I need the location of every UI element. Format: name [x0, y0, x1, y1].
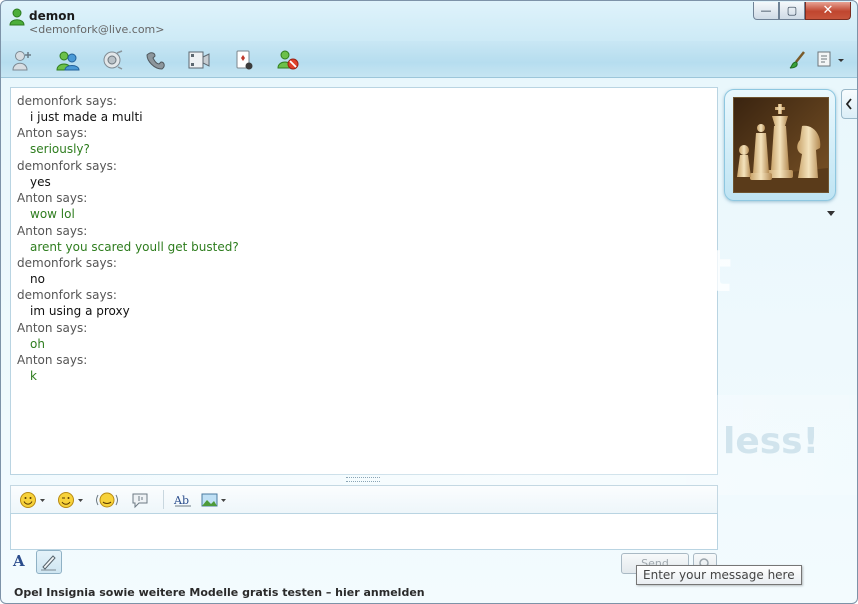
message-sender: Anton says: [17, 191, 88, 206]
share-contacts-icon[interactable] [56, 49, 80, 71]
font-button[interactable]: A [13, 552, 33, 570]
message-text: i just made a multi [30, 110, 143, 124]
watermark-bottom: less! [723, 421, 820, 462]
message-list: demonfork says: i just made a multi Anton … [11, 88, 717, 385]
svg-text:Ab: Ab [173, 494, 189, 507]
formatting-toolbar: Ab [10, 485, 718, 513]
toolbar [1, 41, 857, 78]
input-tooltip: Enter your message here [636, 565, 802, 585]
menu-icon[interactable] [816, 50, 846, 73]
resize-grip[interactable] [346, 477, 380, 482]
contact-name: demon [29, 9, 76, 23]
message-text: k [30, 369, 37, 384]
minimize-button[interactable]: — [753, 2, 779, 20]
message-sender: Anton says: [17, 126, 88, 141]
maximize-button[interactable]: ▢ [779, 2, 805, 20]
call-icon[interactable] [144, 49, 168, 71]
nudge-icon[interactable] [95, 491, 119, 509]
message-sender: demonfork says: [17, 158, 117, 173]
contact-avatar[interactable] [724, 89, 836, 201]
video-icon[interactable] [187, 49, 211, 71]
message-text: im using a proxy [30, 304, 130, 319]
title-bar: demon <demonfork@live.com> — ▢ ✕ [1, 1, 857, 41]
message-text: seriously? [30, 142, 90, 157]
message-sender: Anton says: [17, 223, 88, 238]
message-sender: demonfork says: [17, 288, 117, 303]
message-sender: demonfork says: [17, 94, 117, 108]
ad-link[interactable]: Opel Insignia sowie weitere Modelle grat… [14, 586, 425, 599]
watermark-top: t [704, 237, 732, 305]
chevron-left-icon [845, 98, 852, 110]
window-controls: — ▢ ✕ [753, 2, 851, 20]
contact-email: <demonfork@live.com> [29, 23, 165, 36]
message-sender: Anton says: [17, 320, 88, 335]
message-sender: Anton says: [17, 353, 88, 368]
conversation-history[interactable]: demonfork says: i just made a multi Anton … [10, 87, 718, 475]
message-input[interactable] [10, 513, 718, 550]
collapse-panel-button[interactable] [841, 89, 857, 119]
message-text: no [30, 271, 45, 286]
message-text: wow lol [30, 207, 75, 222]
chat-window: demon <demonfork@live.com> — ▢ ✕ demonfo… [0, 0, 858, 604]
avatar-chess-picture [733, 97, 829, 193]
close-button[interactable]: ✕ [805, 2, 851, 20]
message-text: oh [30, 336, 45, 351]
message-text: yes [30, 174, 51, 189]
background-icon[interactable] [201, 491, 229, 509]
emoticon-icon[interactable] [19, 491, 47, 509]
avatar-dropdown-icon[interactable] [827, 211, 835, 216]
handwriting-button[interactable] [36, 550, 62, 574]
paintbrush-icon[interactable] [788, 50, 808, 73]
block-contact-icon[interactable] [276, 49, 300, 71]
wink-icon[interactable] [57, 491, 85, 509]
webcam-icon[interactable] [100, 49, 124, 71]
pen-icon [41, 555, 56, 571]
font-style-icon[interactable]: Ab [173, 491, 193, 509]
message-text: arent you scared youll get busted? [30, 239, 239, 254]
message-sender: demonfork says: [17, 255, 117, 270]
voice-clip-icon[interactable] [131, 491, 151, 509]
invite-contact-icon[interactable] [11, 49, 35, 71]
games-icon[interactable] [232, 49, 256, 71]
format-separator [163, 490, 164, 509]
contact-status-icon [9, 8, 25, 26]
